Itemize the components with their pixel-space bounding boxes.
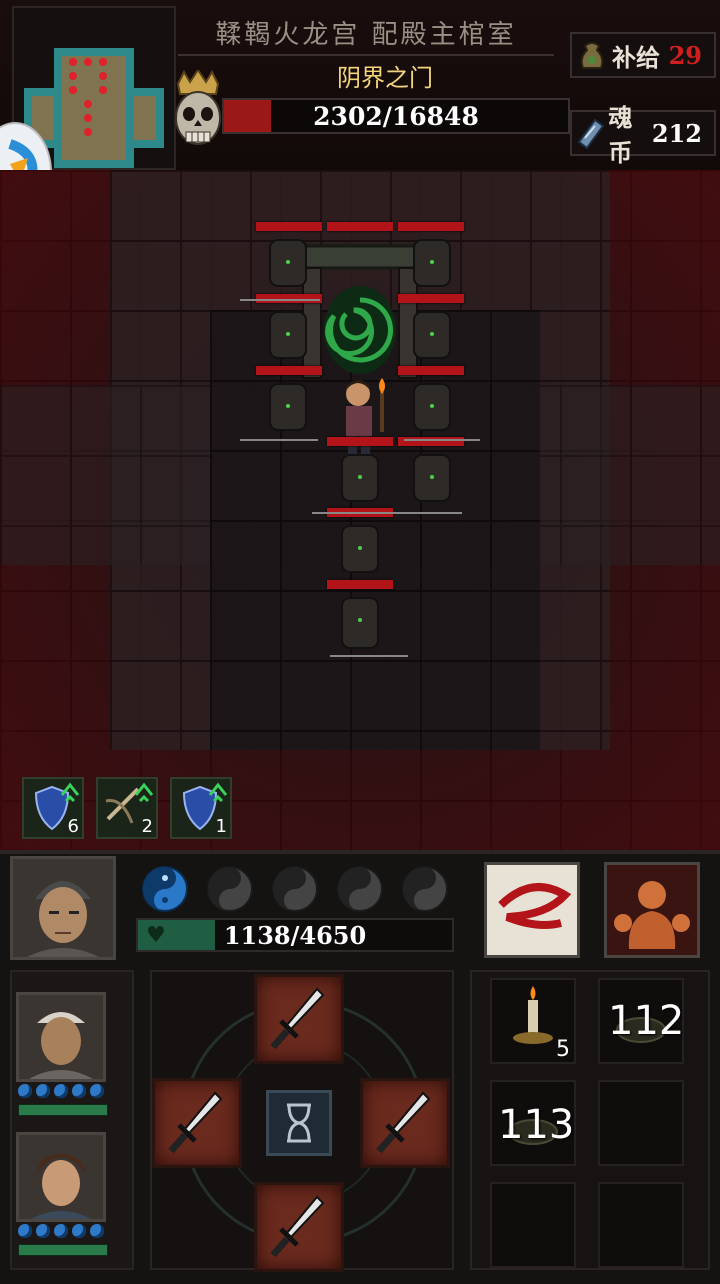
attack-up-button[interactable]	[254, 974, 344, 1064]
attack-left-button[interactable]	[152, 1078, 242, 1168]
inventory-slot[interactable]: 5	[490, 978, 576, 1064]
hero-face-icon	[13, 859, 113, 957]
boss-hp-bar: 2302/16848	[222, 98, 570, 134]
dagger-icon	[168, 1091, 223, 1154]
orb-pip	[36, 1084, 50, 1098]
skull-crown-icon	[175, 68, 221, 145]
supply-value: 29	[668, 40, 702, 70]
enemy-hp-bar	[256, 366, 322, 375]
orb-pip	[90, 1084, 104, 1098]
soul-coin-value: 212	[651, 118, 702, 148]
boss-name: 阴界之门	[337, 64, 433, 92]
ally-portrait[interactable]	[16, 992, 106, 1082]
hero-hp-text: 1138/4650	[223, 920, 367, 950]
buff-count: 1	[215, 816, 227, 837]
buff-defense[interactable]: 1	[170, 777, 232, 839]
supply-counter[interactable]: 补给 29	[570, 32, 716, 78]
skill-berserk-button[interactable]	[604, 862, 700, 958]
boss-hp-text: 2302/16848	[313, 101, 479, 131]
ally-bandana-portrait	[19, 995, 103, 1079]
minimap-enemy-dot	[69, 58, 77, 66]
whirlwind-slash-icon	[487, 865, 577, 955]
buff-count: 2	[141, 816, 153, 837]
player-character	[346, 378, 385, 458]
minimap-enemy-dot	[99, 58, 107, 66]
boss-portrait	[170, 68, 226, 156]
dagger-icon	[376, 1091, 431, 1154]
minimap-enemy-dot	[99, 86, 107, 94]
buff-count: 6	[67, 816, 79, 837]
dagger-icon	[270, 987, 325, 1050]
ally-hp-bar	[18, 1244, 108, 1256]
enemy-hp-bar	[327, 222, 393, 231]
ally-orbs	[18, 1084, 108, 1098]
orb-pip	[18, 1084, 32, 1098]
inventory-slot-empty[interactable]	[598, 1080, 684, 1166]
soul-coin-counter[interactable]: 魂币 212	[570, 103, 716, 167]
hero-hp-bar: ♥ 1138/4650	[136, 918, 454, 952]
inventory-slot[interactable]: 113	[490, 1080, 576, 1166]
yin-yang-orb	[207, 866, 253, 912]
supply-label: 补给	[612, 42, 660, 72]
soul-coin-label: 魂币	[608, 103, 633, 167]
ally-brown-hair-portrait	[19, 1135, 103, 1219]
hero-portrait[interactable]	[10, 856, 116, 960]
slot-count: 5	[556, 1037, 570, 1062]
supply-pouch-icon	[572, 35, 612, 75]
attack-right-button[interactable]	[360, 1078, 450, 1168]
yin-yang-orb	[402, 866, 448, 912]
yin-yang-orb	[337, 866, 383, 912]
buff-attack[interactable]: 2	[96, 777, 158, 839]
minimap-enemy-dot	[84, 100, 92, 108]
orb-pip	[72, 1084, 86, 1098]
minimap-enemy-dot	[99, 72, 107, 80]
inventory-slot-empty[interactable]	[598, 1182, 684, 1268]
ally-portrait[interactable]	[16, 1132, 106, 1222]
hourglass-icon	[287, 1103, 311, 1143]
enemy-hp-bar	[398, 366, 464, 375]
enemy-hp-bar	[398, 222, 464, 231]
location-title: 鞣鞨火龙宫 配殿主棺室	[178, 10, 554, 56]
slot-count: 112	[608, 998, 685, 1044]
enemy-hp-bar	[327, 508, 393, 517]
minimap-enemy-dot	[84, 128, 92, 136]
enemy-hp-bar	[256, 294, 322, 303]
wait-turn-button[interactable]	[266, 1090, 332, 1156]
enemy-hp-bar	[398, 437, 464, 446]
inventory-slot[interactable]: 112	[598, 978, 684, 1064]
skill-whirlwind-button[interactable]	[484, 862, 580, 958]
orb-pip	[72, 1224, 86, 1238]
inventory-slot-empty[interactable]	[490, 1182, 576, 1268]
enemy-hp-bar	[398, 294, 464, 303]
minimap-enemy-dot	[84, 58, 92, 66]
buff-defense[interactable]: 6	[22, 777, 84, 839]
attack-down-button[interactable]	[254, 1182, 344, 1272]
berserker-icon	[607, 865, 697, 955]
orb-pip	[90, 1224, 104, 1238]
ally-orbs	[18, 1224, 108, 1238]
yin-yang-orb-active	[142, 866, 188, 912]
orb-pip	[18, 1224, 32, 1238]
enemy-hp-bar	[256, 222, 322, 231]
minimap-enemy-dot	[69, 72, 77, 80]
orb-pip	[54, 1224, 68, 1238]
enemy-hp-bar	[327, 580, 393, 589]
slot-count: 113	[498, 1102, 575, 1148]
orb-pip	[54, 1084, 68, 1098]
dagger-icon	[270, 1195, 325, 1258]
minimap-enemy-dot	[84, 114, 92, 122]
soul-coin-icon	[572, 113, 608, 153]
minimap-enemy-dot	[69, 86, 77, 94]
orb-pip	[36, 1224, 50, 1238]
ally-hp-bar	[18, 1104, 108, 1116]
yin-yang-orb	[272, 866, 318, 912]
minimap-room	[54, 48, 134, 168]
enemy-hp-bar	[327, 437, 393, 446]
